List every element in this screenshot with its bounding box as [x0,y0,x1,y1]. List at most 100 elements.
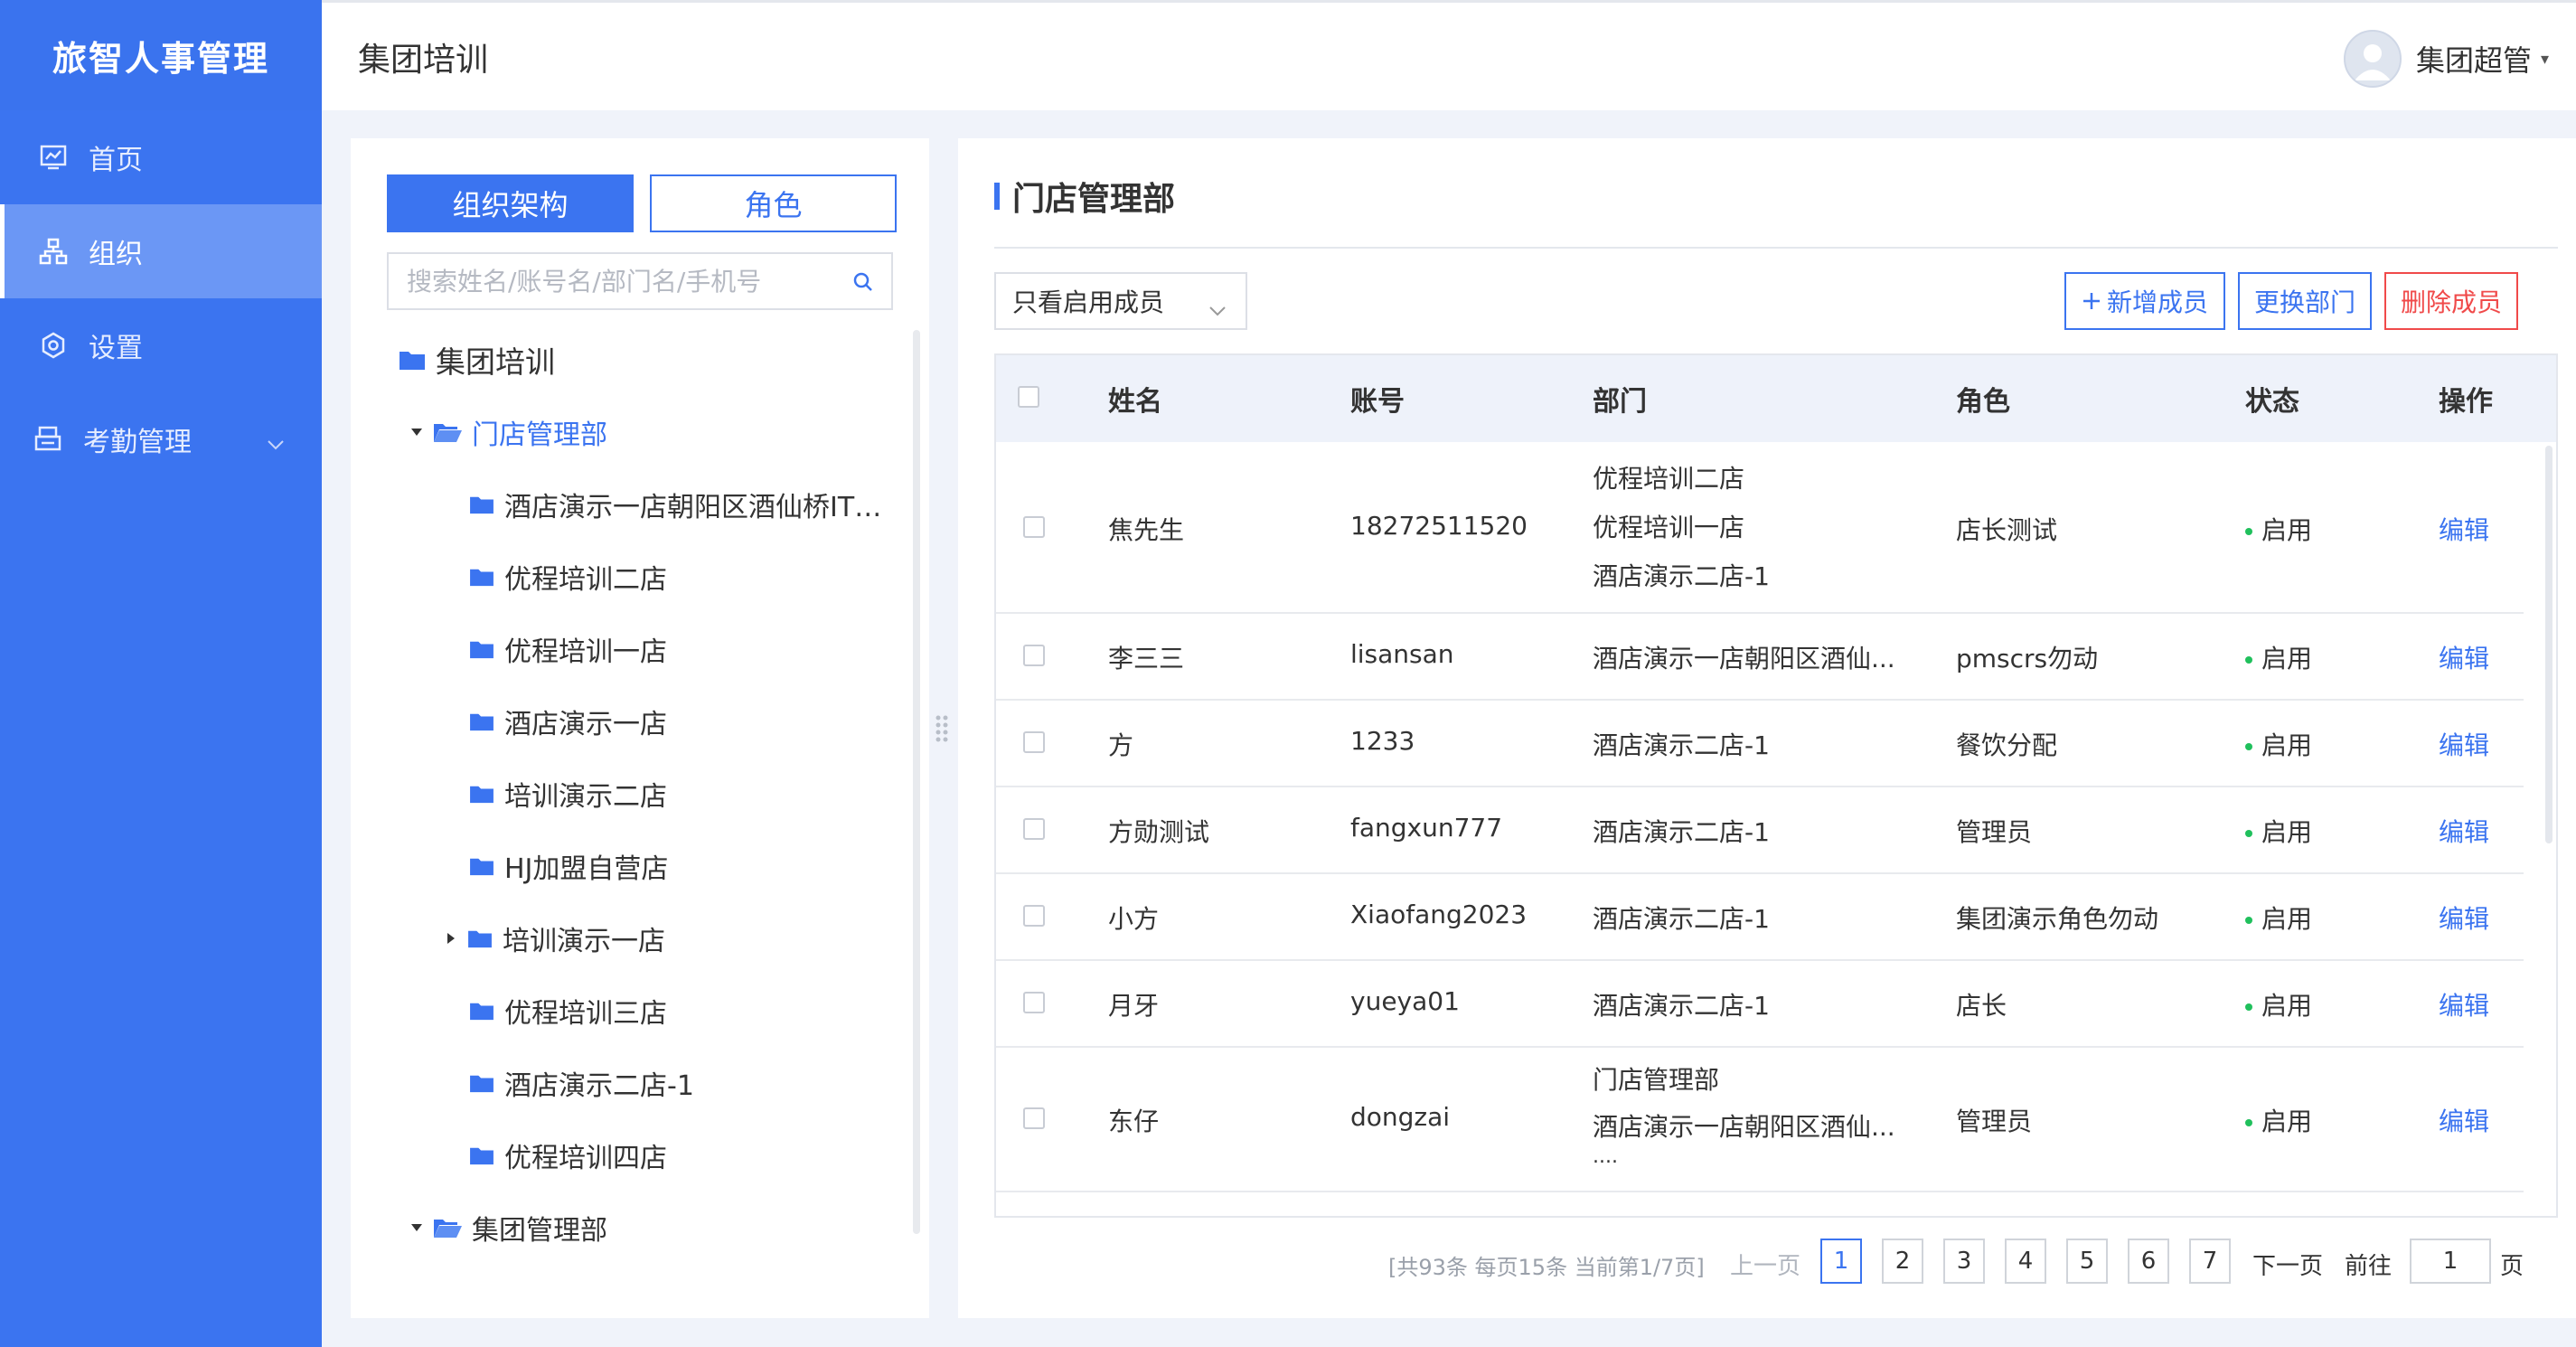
tree-node-label: 优程培训三店 [504,998,667,1030]
page-button[interactable]: 3 [1943,1239,1985,1284]
cell-account: 1233 [1350,726,1415,756]
goto-unit: 页 [2500,1253,2524,1280]
col-header-dept: 部门 [1593,386,1647,418]
sidebar-item-home[interactable]: 首页 [0,110,322,204]
row-checkbox[interactable] [1023,731,1045,753]
org-tree: 集团培训 门店管理部 酒店演示一店朝阳区酒仙桥IT电... 优程培训二店 优程培… [351,324,911,1264]
sidebar-item-label: 首页 [89,145,143,176]
search-input[interactable] [407,266,841,297]
next-page-button[interactable]: 下一页 [2252,1248,2323,1281]
col-header-status: 状态 [2245,386,2299,418]
add-member-button[interactable]: 新增成员 [2064,272,2225,330]
tree-node[interactable]: 酒店演示一店朝阳区酒仙桥IT电... [351,468,911,541]
status-dot-icon [2245,1119,2252,1126]
folder-icon [466,928,494,949]
tree-node[interactable]: 优程培训四店 [351,1119,911,1192]
page-button[interactable]: 4 [2005,1239,2046,1284]
cell-name: 焦先生 [1108,515,1185,545]
edit-link[interactable]: 编辑 [2439,986,2489,1022]
tree-node-label: 酒店演示一店 [504,709,667,740]
cell-account: fangxun777 [1350,813,1503,843]
cell-role: 餐饮分配 [1956,730,2058,760]
edit-link[interactable]: 编辑 [2439,511,2489,547]
folder-icon [468,566,495,588]
row-checkbox[interactable] [1023,905,1045,927]
cell-name: 东仔 [1108,1107,1160,1136]
cell-status: 启用 [2245,986,2312,1022]
sidebar-item-settings[interactable]: 设置 [0,298,322,392]
tree-node[interactable]: 优程培训二店 [351,541,911,613]
cell-name: 小方 [1108,904,1160,934]
edit-link[interactable]: 编辑 [2439,726,2489,762]
tree-node[interactable]: 培训演示一店 [351,902,911,975]
edit-link[interactable]: 编辑 [2439,1102,2489,1138]
goto-page-input[interactable] [2410,1239,2491,1284]
tree-node-label: 优程培训四店 [504,1143,667,1174]
search-icon[interactable] [851,270,875,297]
tree-scrollbar[interactable] [913,330,920,1234]
org-chart-icon [38,236,69,267]
cell-name: 方勋测试 [1108,817,1210,847]
page-button[interactable]: 6 [2128,1239,2169,1284]
select-all-checkbox[interactable] [1018,386,1039,408]
tree-node-label: HJ加盟自营店 [504,853,669,885]
attendance-icon [33,424,63,455]
page-button[interactable]: 7 [2189,1239,2231,1284]
caret-down-icon[interactable] [405,427,428,438]
row-checkbox[interactable] [1023,992,1045,1013]
row-checkbox[interactable] [1023,516,1045,538]
status-text: 启用 [2261,730,2313,760]
tab-role[interactable]: 角色 [650,174,897,232]
dept-line: 优程培训一店 [1593,513,1745,542]
tab-org-structure[interactable]: 组织架构 [387,174,634,232]
tree-node-label: 优程培训二店 [504,564,667,596]
user-name: 集团超管 [2415,43,2532,78]
page-button[interactable]: 5 [2066,1239,2108,1284]
change-dept-button[interactable]: 更换部门 [2238,272,2372,330]
edit-link[interactable]: 编辑 [2439,900,2489,936]
table-scrollbar[interactable] [2545,446,2552,843]
prev-page-button[interactable]: 上一页 [1730,1248,1800,1281]
member-panel: 门店管理部 只看启用成员 新增成员 更换部门 删除成员 姓名 账号 部门 角色 … [958,138,2576,1318]
cell-role: 集团演示角色勿动 [1956,904,2159,934]
avatar [2343,30,2402,88]
tree-node[interactable]: 酒店演示一店 [351,685,911,758]
add-member-label: 新增成员 [2106,287,2208,317]
cell-status: 启用 [2245,813,2312,849]
tree-node-selected[interactable]: 门店管理部 [351,396,911,468]
row-checkbox[interactable] [1023,645,1045,666]
col-header-name: 姓名 [1108,386,1162,418]
cell-role: 店长测试 [1956,515,2058,545]
drag-handle-icon[interactable] [935,714,949,749]
tree-node[interactable]: 集团培训 [351,324,911,396]
table-row: 小方 Xiaofang2023 酒店演示二店-1 集团演示角色勿动 启用 编辑 [996,874,2524,961]
page-button[interactable]: 1 [1820,1239,1862,1284]
tree-node[interactable]: 酒店演示二店-1 [351,1047,911,1119]
delete-member-button[interactable]: 删除成员 [2384,272,2518,330]
member-filter-select[interactable]: 只看启用成员 [994,272,1247,330]
tree-node-label: 门店管理部 [472,419,607,451]
row-checkbox[interactable] [1023,818,1045,840]
row-checkbox[interactable] [1023,1107,1045,1129]
user-menu[interactable]: 集团超管 ▾ [2343,30,2549,88]
tree-node[interactable]: 培训演示二店 [351,758,911,830]
caret-down-icon[interactable] [405,1222,428,1233]
page-button[interactable]: 2 [1882,1239,1923,1284]
search-box [387,252,893,310]
dept-line: 酒店演示二店-1 [1593,561,1770,591]
cell-status: 启用 [2245,511,2312,547]
folder-icon [468,638,495,660]
edit-link[interactable]: 编辑 [2439,639,2489,675]
dept-line: 优程培训二店 [1593,464,1745,494]
tree-node[interactable]: 优程培训三店 [351,975,911,1047]
sidebar-item-org[interactable]: 组织 [0,204,322,298]
sidebar-item-attendance[interactable]: 考勤管理 [0,392,322,486]
tree-node[interactable]: 集团管理部 [351,1192,911,1264]
caret-right-icon[interactable] [439,931,463,946]
tree-node[interactable]: HJ加盟自营店 [351,830,911,902]
tree-node-label: 酒店演示二店-1 [504,1070,694,1102]
tree-node[interactable]: 优程培训一店 [351,613,911,685]
edit-link[interactable]: 编辑 [2439,813,2489,849]
table-row: 月牙 yueya01 酒店演示二店-1 店长 启用 编辑 [996,961,2524,1048]
table-row: 方勋测试 fangxun777 酒店演示二店-1 管理员 启用 编辑 [996,787,2524,874]
